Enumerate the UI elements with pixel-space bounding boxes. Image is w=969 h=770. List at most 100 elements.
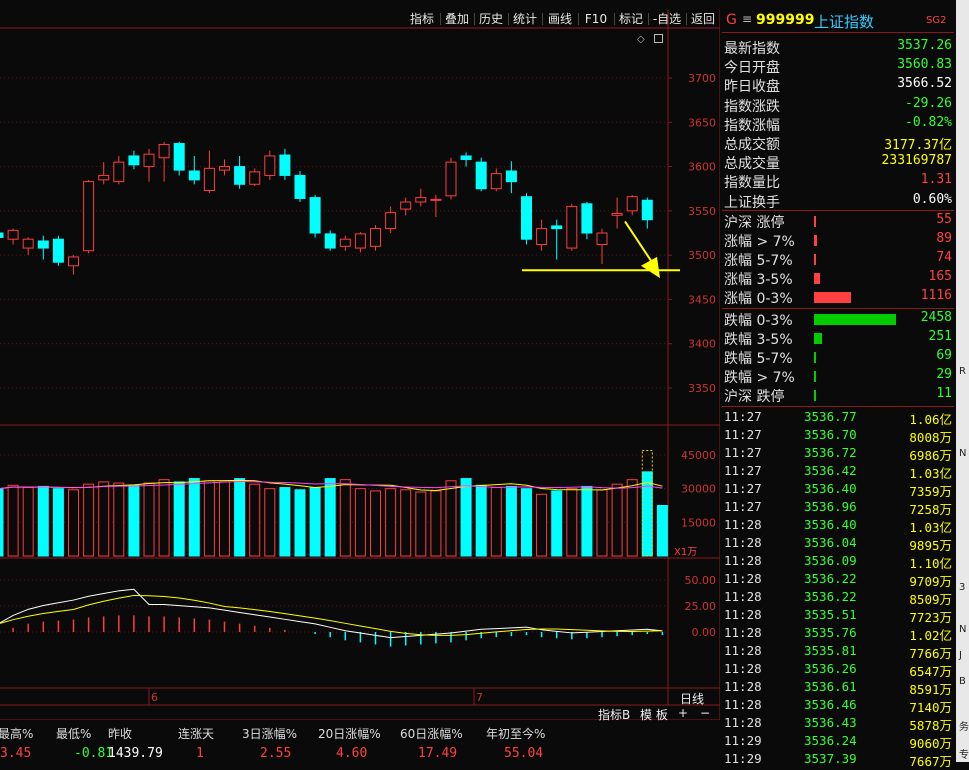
macd-dea-line bbox=[0, 594, 663, 636]
candle-body bbox=[354, 233, 366, 249]
breadth-row: 涨幅 0-3% 1116 bbox=[722, 288, 954, 307]
volume-bar bbox=[219, 481, 230, 557]
stat-header: 20日涨幅% bbox=[318, 727, 381, 741]
tick-price: 3536.43 bbox=[804, 715, 857, 730]
window-icon[interactable] bbox=[654, 34, 663, 43]
quote-value: 3177.37亿 bbox=[884, 138, 952, 153]
tick-price: 3536.22 bbox=[804, 571, 857, 586]
breadth-label: 跌幅 0-3% bbox=[724, 313, 793, 329]
tick-row: 11:28 3536.04 9895万 bbox=[722, 535, 954, 553]
breadth-bar bbox=[814, 235, 817, 246]
candle-body bbox=[219, 166, 230, 171]
price-axis-label: 3700 bbox=[688, 72, 716, 85]
tick-volume: 1.10亿 bbox=[909, 556, 952, 571]
price-axis-label: 3500 bbox=[688, 249, 716, 262]
candle-body bbox=[445, 161, 457, 197]
volume-bar bbox=[203, 480, 215, 557]
edge-label: J bbox=[959, 650, 962, 661]
quote-label: 上证换手 bbox=[724, 194, 780, 211]
breadth-row: 沪深 跌停 11 bbox=[722, 386, 954, 405]
volume-bar bbox=[0, 488, 4, 557]
tick-volume: 8591万 bbox=[909, 682, 952, 697]
candle-body bbox=[0, 232, 4, 238]
quote-label: 今日开盘 bbox=[724, 60, 780, 77]
breadth-label: 沪深 涨停 bbox=[724, 215, 785, 231]
tick-time: 11:28 bbox=[724, 643, 762, 658]
breadth-row: 跌幅 5-7% 69 bbox=[722, 348, 954, 367]
candle-body bbox=[234, 166, 246, 185]
candle-body bbox=[566, 205, 578, 249]
macd-axis-label: 50.00 bbox=[685, 574, 717, 587]
breadth-value: 11 bbox=[936, 386, 952, 401]
price-axis-label: 3650 bbox=[688, 116, 716, 129]
quote-value: 0.60% bbox=[912, 191, 952, 207]
volume-bar bbox=[536, 493, 548, 557]
diamond-icon[interactable]: ◇ bbox=[637, 34, 645, 45]
edge-label: B bbox=[959, 676, 966, 687]
tick-time: 11:28 bbox=[724, 553, 762, 568]
breadth-value: 74 bbox=[936, 250, 952, 265]
candle bbox=[430, 194, 442, 218]
breadth-row: 跌幅 0-3% 2458 bbox=[722, 310, 954, 329]
candle-body bbox=[203, 167, 215, 191]
tick-volume: 7667万 bbox=[909, 754, 952, 769]
tick-volume: 9060万 bbox=[909, 736, 952, 751]
tick-volume: 7723万 bbox=[909, 610, 952, 625]
tick-price: 3536.24 bbox=[804, 733, 857, 748]
candle bbox=[7, 228, 19, 245]
breadth-bar bbox=[814, 273, 820, 284]
candle bbox=[581, 202, 593, 240]
candle bbox=[219, 159, 230, 176]
stat-header: 最高% bbox=[0, 727, 34, 741]
candle-body bbox=[249, 171, 261, 185]
quote-value: 233169787 bbox=[881, 153, 952, 169]
volume-bar bbox=[22, 487, 34, 557]
menu-icon[interactable]: ≡ bbox=[742, 12, 752, 26]
market-prefix: G bbox=[726, 12, 737, 28]
candle bbox=[536, 219, 548, 251]
candle bbox=[0, 232, 4, 238]
candle bbox=[22, 237, 34, 256]
macd-series bbox=[0, 588, 664, 647]
candle-body bbox=[551, 225, 563, 230]
breadth-value: 69 bbox=[936, 348, 952, 363]
edge-label: R bbox=[959, 366, 966, 377]
quote-label: 指数涨跌 bbox=[724, 98, 780, 115]
date-axis: 67 bbox=[148, 688, 483, 705]
tick-price: 3536.40 bbox=[804, 517, 857, 532]
kline-chart[interactable]: 3700 3650 3600 3550 3500 3450 3400 3350 45000 30… bbox=[0, 0, 720, 720]
breadth-value: 1116 bbox=[920, 288, 952, 303]
tab-add[interactable]: + bbox=[678, 706, 688, 720]
tick-row: 11:28 3535.81 7766万 bbox=[722, 643, 954, 661]
chart-grid bbox=[0, 10, 720, 720]
volume-bar bbox=[128, 484, 140, 557]
bottom-stats-bar: 最高% 3.45 最低% -0.81 昨收 1439.79 连涨天 1 3日涨幅% 2.55 20日… bbox=[0, 722, 720, 762]
tick-time: 11:28 bbox=[724, 679, 762, 694]
tab-remove[interactable]: − bbox=[700, 706, 710, 720]
stat-header: 3日涨幅% bbox=[242, 727, 298, 741]
tab-template[interactable]: 模 板 bbox=[640, 706, 668, 723]
breadth-label: 涨幅 3-5% bbox=[724, 272, 793, 288]
breadth-label: 跌幅 5-7% bbox=[724, 351, 793, 367]
tick-volume: 6547万 bbox=[909, 664, 952, 679]
volume-bar bbox=[264, 488, 276, 557]
tab-indicator-b[interactable]: 指标B bbox=[598, 706, 630, 723]
quote-label: 总成交量 bbox=[724, 156, 780, 173]
candle bbox=[83, 179, 95, 254]
tick-time: 11:29 bbox=[724, 733, 762, 748]
quote-panel: G ≡ 999999 上证指数 SG2 最新指数 3537.26 今日开盘 3560.… bbox=[722, 0, 969, 769]
price-axis-label: 3350 bbox=[688, 382, 716, 395]
edge-label: 3 bbox=[959, 582, 966, 593]
price-axis-label: 3450 bbox=[688, 293, 716, 306]
tick-row: 11:28 3536.22 9709万 bbox=[722, 571, 954, 589]
volume-bar bbox=[68, 489, 79, 557]
tick-price: 3536.42 bbox=[804, 463, 857, 478]
candle bbox=[173, 141, 185, 176]
volume-bar bbox=[475, 484, 487, 557]
quote-value: -29.26 bbox=[905, 95, 952, 111]
candle bbox=[324, 230, 336, 251]
stat-value: 55.04 bbox=[504, 746, 544, 761]
candle-body bbox=[98, 174, 110, 181]
quote-label: 指数涨幅 bbox=[724, 117, 780, 134]
candle-body bbox=[400, 201, 412, 210]
